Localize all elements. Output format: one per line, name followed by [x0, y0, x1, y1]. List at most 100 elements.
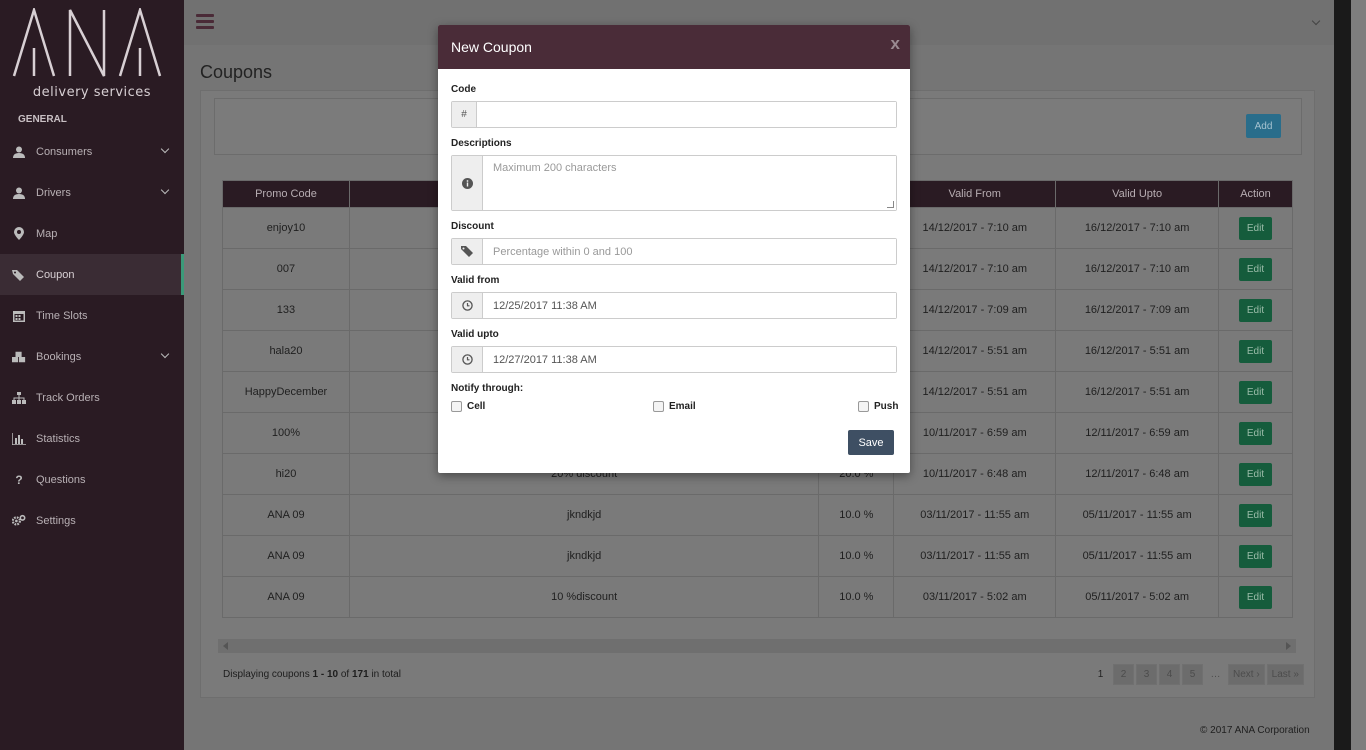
valid-from-input[interactable] [483, 293, 896, 318]
sidebar-item-map[interactable]: Map [0, 213, 184, 254]
descriptions-label: Descriptions [451, 138, 512, 149]
valid-upto-cell: 16/12/2017 - 7:09 am [1055, 289, 1220, 331]
question-icon: ? [15, 472, 23, 487]
edit-button[interactable]: Edit [1239, 421, 1273, 445]
close-icon[interactable]: x [891, 34, 900, 54]
action-cell: Edit [1218, 371, 1293, 413]
sidebar-item-coupon[interactable]: Coupon [0, 254, 184, 295]
notify-cell-option[interactable]: Cell [451, 401, 485, 412]
column-header-promo-code[interactable]: Promo Code [222, 180, 350, 208]
add-coupon-button[interactable]: Add [1246, 114, 1281, 138]
edit-button[interactable]: Edit [1239, 503, 1273, 527]
next-page-link[interactable]: Next › [1228, 664, 1265, 685]
valid-from-cell: 10/11/2017 - 6:59 am [893, 412, 1057, 454]
promo-code-cell: ANA 09 [222, 535, 350, 577]
sidebar-item-label: Track Orders [36, 391, 100, 404]
brand-logo[interactable]: delivery services [0, 0, 184, 108]
footer-copyright: © 2017 ANA Corporation [1200, 725, 1310, 736]
sidebar-item-label: Bookings [36, 350, 82, 363]
calendar-icon [12, 309, 26, 323]
map-marker-icon [12, 227, 26, 241]
sidebar-item-questions[interactable]: ? Questions [0, 459, 184, 500]
scroll-right-icon[interactable] [1286, 642, 1291, 650]
discount-input[interactable] [483, 239, 896, 264]
valid-upto-input[interactable] [483, 347, 896, 372]
scroll-left-icon[interactable] [223, 642, 228, 650]
clock-icon [452, 293, 483, 318]
page-link[interactable]: 2 [1113, 664, 1134, 685]
info-circle-icon [452, 156, 483, 210]
column-header-valid-upto[interactable]: Valid Upto [1055, 180, 1220, 208]
edit-button[interactable]: Edit [1239, 585, 1273, 609]
chevron-down-icon [160, 349, 170, 359]
column-header-valid-from[interactable]: Valid From [893, 180, 1057, 208]
action-cell: Edit [1218, 330, 1293, 372]
last-page-link[interactable]: Last » [1266, 664, 1304, 685]
action-cell: Edit [1218, 535, 1293, 577]
valid-upto-cell: 16/12/2017 - 5:51 am [1055, 330, 1220, 372]
promo-code-cell: HappyDecember [222, 371, 350, 413]
sidebar-item-statistics[interactable]: Statistics [0, 418, 184, 459]
promo-code-cell: 133 [222, 289, 350, 331]
edit-button[interactable]: Edit [1239, 462, 1273, 486]
code-input-group: # [451, 101, 897, 128]
edit-button[interactable]: Edit [1239, 339, 1273, 363]
page-link[interactable]: 3 [1136, 664, 1157, 685]
tags-icon [12, 268, 26, 282]
horizontal-scrollbar[interactable] [218, 639, 1296, 653]
descriptions-input-group [451, 155, 897, 211]
edit-button[interactable]: Edit [1239, 298, 1273, 322]
descriptions-textarea[interactable] [483, 156, 896, 210]
notify-email-option[interactable]: Email [653, 401, 696, 412]
notify-push-option[interactable]: Push [858, 401, 898, 412]
promo-code-cell: 007 [222, 248, 350, 290]
discount-cell: 10.0 % [818, 494, 895, 536]
valid-upto-label: Valid upto [451, 329, 499, 340]
action-cell: Edit [1218, 453, 1293, 495]
email-checkbox[interactable] [653, 401, 664, 412]
sidebar-item-bookings[interactable]: Bookings [0, 336, 184, 377]
action-cell: Edit [1218, 248, 1293, 290]
cubes-icon [12, 350, 26, 364]
page-link[interactable]: 4 [1159, 664, 1180, 685]
vertical-scrollbar[interactable] [1334, 0, 1351, 750]
sidebar-item-track-orders[interactable]: Track Orders [0, 377, 184, 418]
cell-checkbox[interactable] [451, 401, 462, 412]
page-link[interactable]: 5 [1182, 664, 1203, 685]
promo-code-cell: 100% [222, 412, 350, 454]
code-input[interactable] [477, 102, 896, 127]
valid-from-input-group [451, 292, 897, 319]
sidebar: delivery services GENERAL Consumers Driv… [0, 0, 184, 750]
promo-code-cell: ANA 09 [222, 576, 350, 618]
valid-from-cell: 03/11/2017 - 11:55 am [893, 494, 1057, 536]
sidebar-item-drivers[interactable]: Drivers [0, 172, 184, 213]
edit-button[interactable]: Edit [1239, 380, 1273, 404]
valid-from-cell: 14/12/2017 - 7:10 am [893, 207, 1057, 249]
action-cell: Edit [1218, 289, 1293, 331]
column-header-action: Action [1218, 180, 1293, 208]
sidebar-item-label: Consumers [36, 145, 93, 158]
edit-button[interactable]: Edit [1239, 544, 1273, 568]
action-cell: Edit [1218, 412, 1293, 454]
sidebar-item-time-slots[interactable]: Time Slots [0, 295, 184, 336]
edit-button[interactable]: Edit [1239, 216, 1273, 240]
valid-from-cell: 03/11/2017 - 5:02 am [893, 576, 1057, 618]
edit-button[interactable]: Edit [1239, 257, 1273, 281]
menu-toggle-icon[interactable] [196, 14, 214, 30]
resize-handle-icon[interactable] [887, 201, 894, 208]
valid-upto-cell: 05/11/2017 - 11:55 am [1055, 494, 1220, 536]
sidebar-item-label: Coupon [36, 268, 75, 281]
save-button[interactable]: Save [848, 430, 894, 455]
user-icon [12, 186, 26, 200]
push-checkbox[interactable] [858, 401, 869, 412]
promo-code-cell: hi20 [222, 453, 350, 495]
modal-header: New Coupon x [438, 25, 910, 69]
ana-logo-icon [12, 8, 162, 77]
brand-subtitle: delivery services [32, 85, 152, 100]
sidebar-item-consumers[interactable]: Consumers [0, 131, 184, 172]
valid-from-cell: 14/12/2017 - 7:09 am [893, 289, 1057, 331]
discount-label: Discount [451, 221, 494, 232]
new-coupon-modal: New Coupon x Code # Descriptions Discoun… [438, 25, 910, 473]
right-gutter [1351, 0, 1366, 750]
sidebar-item-settings[interactable]: Settings [0, 500, 184, 541]
